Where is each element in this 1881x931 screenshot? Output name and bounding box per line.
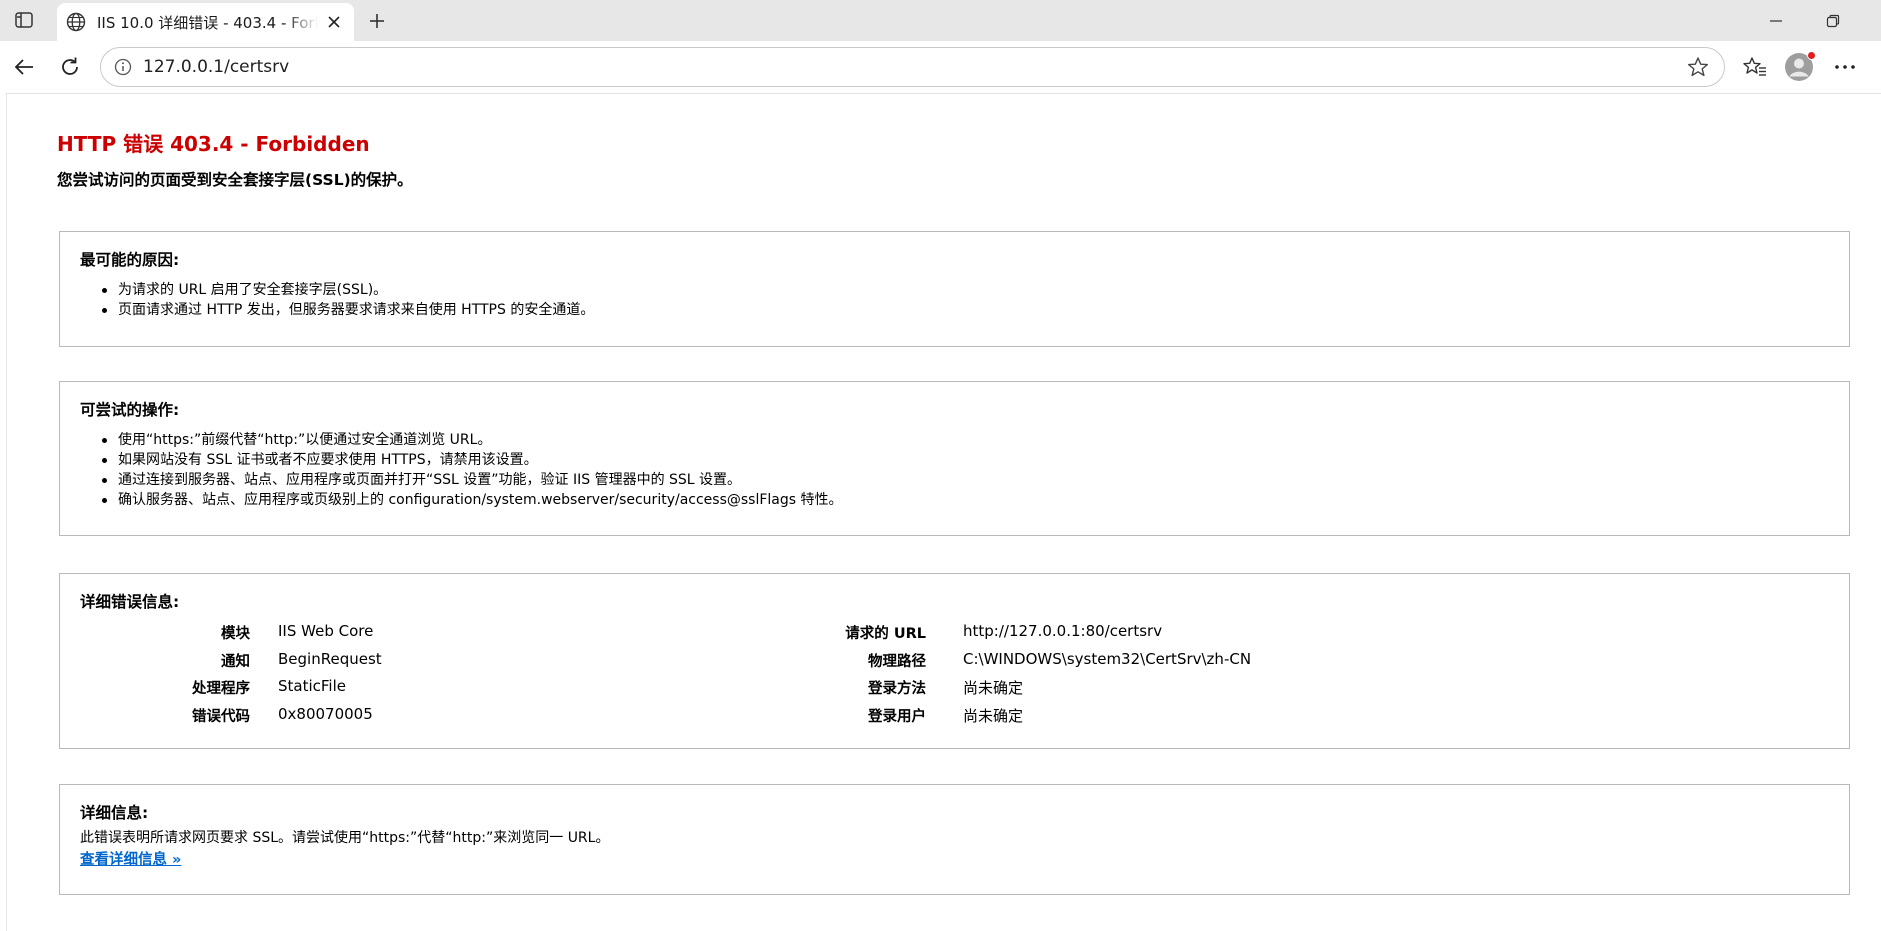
causes-section: 最可能的原因: 为请求的 URL 启用了安全套接字层(SSL)。 页面请求通过 … <box>59 231 1850 347</box>
refresh-icon <box>62 57 78 75</box>
detail-value: 0x80070005 <box>278 705 373 723</box>
address-bar[interactable] <box>100 47 1725 87</box>
detail-label: 模块 <box>221 626 250 642</box>
tab-bar: IIS 10.0 详细错误 - 403.4 - Forbidden <box>0 0 1881 41</box>
restore-icon <box>1826 14 1840 28</box>
more-icon <box>1835 65 1855 69</box>
favorites-button[interactable] <box>1739 51 1771 83</box>
profile-button[interactable] <box>1784 51 1816 82</box>
actions-heading: 可尝试的操作: <box>80 401 180 419</box>
back-button[interactable] <box>8 51 40 83</box>
list-item: 如果网站没有 SSL 证书或者不应要求使用 HTTPS，请禁用该设置。 <box>102 450 1829 470</box>
restore-button[interactable] <box>1813 6 1853 36</box>
refresh-button[interactable] <box>54 51 86 83</box>
more-button[interactable] <box>1829 51 1861 83</box>
minimize-icon <box>1770 20 1782 22</box>
tab-actions-icon <box>15 12 33 28</box>
page-viewport: HTTP 错误 403.4 - Forbidden 您尝试访问的页面受到安全套接… <box>6 93 1881 931</box>
detail-value: IIS Web Core <box>278 622 374 640</box>
detail-value: 尚未确定 <box>963 679 1024 697</box>
globe-icon <box>65 11 87 33</box>
tab-close-button[interactable] <box>324 12 344 32</box>
detail-value: C:\WINDOWS\system32\CertSrv\zh-CN <box>963 650 1252 668</box>
page-title: HTTP 错误 403.4 - Forbidden <box>57 132 370 156</box>
more-info-heading: 详细信息: <box>80 804 149 822</box>
causes-list: 为请求的 URL 启用了安全套接字层(SSL)。 页面请求通过 HTTP 发出，… <box>80 280 1829 320</box>
plus-icon <box>370 14 384 28</box>
causes-heading: 最可能的原因: <box>80 251 180 269</box>
list-item: 为请求的 URL 启用了安全套接字层(SSL)。 <box>102 280 1829 300</box>
details-heading: 详细错误信息: <box>80 593 180 611</box>
tab-active[interactable]: IIS 10.0 详细错误 - 403.4 - Forbidden <box>57 3 354 41</box>
info-icon[interactable] <box>111 55 135 79</box>
more-info-text: 此错误表明所请求网页要求 SSL。请尝试使用“https:”代替“http:”来… <box>80 830 610 846</box>
detail-value: BeginRequest <box>278 650 382 668</box>
favorite-star-button[interactable] <box>1684 53 1712 81</box>
list-item: 使用“https:”前缀代替“http:”以便通过安全通道浏览 URL。 <box>102 430 1829 450</box>
detail-label: 物理路径 <box>868 654 926 670</box>
browser-toolbar <box>0 41 1881 93</box>
close-icon <box>328 16 340 28</box>
detail-value: StaticFile <box>278 677 346 695</box>
detail-value: 尚未确定 <box>963 707 1024 725</box>
new-tab-button[interactable] <box>364 8 390 34</box>
more-info-section: 详细信息: 此错误表明所请求网页要求 SSL。请尝试使用“https:”代替“h… <box>59 784 1850 895</box>
more-info-link[interactable]: 查看详细信息 » <box>80 848 181 869</box>
table-row: 通知 BeginRequest 物理路径 C:\WINDOWS\system32… <box>80 650 1829 674</box>
list-item: 通过连接到服务器、站点、应用程序或页面并打开“SSL 设置”功能，验证 IIS … <box>102 470 1829 490</box>
actions-list: 使用“https:”前缀代替“http:”以便通过安全通道浏览 URL。 如果网… <box>80 430 1829 510</box>
detail-value: http://127.0.0.1:80/certsrv <box>963 622 1163 640</box>
table-row: 处理程序 StaticFile 登录方法 尚未确定 <box>80 677 1829 701</box>
detail-label: 登录方法 <box>868 681 926 697</box>
table-row: 错误代码 0x80070005 登录用户 尚未确定 <box>80 705 1829 729</box>
details-section: 详细错误信息: 模块 IIS Web Core 请求的 URL http://1… <box>59 573 1850 749</box>
detail-label: 登录用户 <box>868 709 926 725</box>
detail-label: 错误代码 <box>192 709 250 725</box>
detail-label: 请求的 URL <box>845 626 926 642</box>
address-input[interactable] <box>143 57 1684 77</box>
list-item: 确认服务器、站点、应用程序或页级别上的 configuration/system… <box>102 490 1829 510</box>
details-table: 模块 IIS Web Core 请求的 URL http://127.0.0.1… <box>80 622 1829 742</box>
favorites-icon <box>1743 57 1766 76</box>
actions-section: 可尝试的操作: 使用“https:”前缀代替“http:”以便通过安全通道浏览 … <box>59 381 1850 536</box>
notification-badge <box>1807 51 1816 60</box>
star-icon <box>1688 57 1708 77</box>
tab-actions-button[interactable] <box>10 8 38 32</box>
detail-label: 处理程序 <box>192 681 250 697</box>
list-item: 页面请求通过 HTTP 发出，但服务器要求请求来自使用 HTTPS 的安全通道。 <box>102 300 1829 320</box>
minimize-button[interactable] <box>1756 6 1796 36</box>
page-subtitle: 您尝试访问的页面受到安全套接字层(SSL)的保护。 <box>57 171 413 189</box>
table-row: 模块 IIS Web Core 请求的 URL http://127.0.0.1… <box>80 622 1829 646</box>
back-arrow-icon <box>14 59 33 75</box>
tab-title: IIS 10.0 详细错误 - 403.4 - Forbidden <box>97 13 318 32</box>
detail-label: 通知 <box>221 654 250 670</box>
